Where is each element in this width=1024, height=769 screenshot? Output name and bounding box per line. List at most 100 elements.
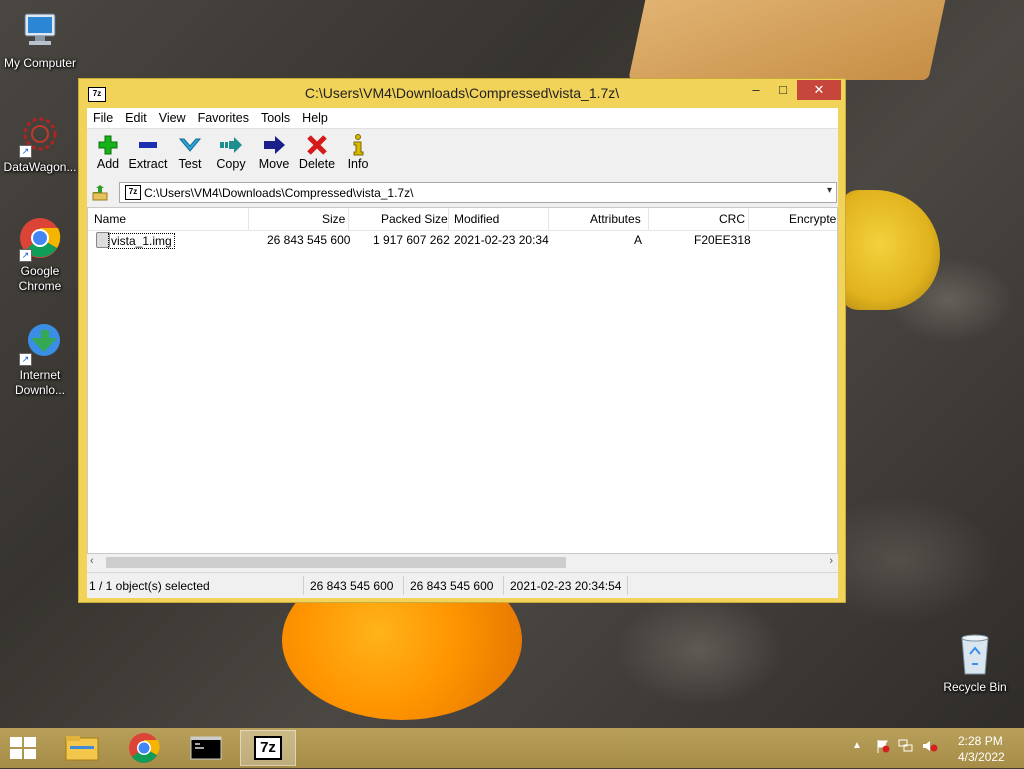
7zip-icon: 7z (254, 736, 282, 760)
computer-icon (17, 8, 63, 54)
status-selected: 1 / 1 object(s) selected (89, 579, 210, 593)
menu-edit[interactable]: Edit (119, 108, 153, 128)
info-label: Info (347, 157, 369, 171)
add-icon (98, 135, 118, 155)
menu-view[interactable]: View (153, 108, 192, 128)
chrome-icon: ↗ (17, 216, 63, 262)
taskbar-7-zip[interactable]: 7z (240, 730, 296, 766)
address-bar: 7z C:\Users\VM4\Downloads\Compressed\vis… (87, 181, 838, 205)
delete-label: Delete (298, 157, 336, 171)
horizontal-scrollbar[interactable]: ‹ › (87, 554, 838, 571)
desktop-icon-datawagon[interactable]: ↗ DataWagon... (0, 112, 80, 175)
wallpaper-banana (840, 190, 940, 310)
start-button[interactable] (10, 737, 38, 759)
move-icon (264, 136, 285, 154)
action-center-flag-icon[interactable] (876, 739, 890, 753)
menu-favorites[interactable]: Favorites (192, 108, 255, 128)
add-label: Add (96, 157, 120, 171)
chevron-down-icon[interactable]: ▾ (827, 185, 832, 196)
file-attributes: A (634, 233, 643, 247)
info-button[interactable]: Info (343, 133, 373, 177)
menu-file[interactable]: File (87, 108, 119, 128)
7zip-archive-icon: 7z (125, 185, 141, 200)
desktop-icon-google-chrome[interactable]: ↗ Google Chrome (0, 216, 80, 294)
desktop-icon-label: Recycle Bin (943, 680, 1007, 694)
column-header-crc[interactable]: CRC (719, 212, 745, 226)
title-bar[interactable]: 7z C:\Users\VM4\Downloads\Compressed\vis… (79, 79, 845, 107)
test-button[interactable]: Test (173, 133, 207, 177)
test-label: Test (178, 157, 202, 171)
show-hidden-icons-button[interactable]: ▲ (852, 740, 862, 751)
info-icon (353, 134, 364, 156)
menu-bar: File Edit View Favorites Tools Help (87, 108, 838, 129)
file-name[interactable]: vista_1.img (108, 233, 175, 249)
move-button[interactable]: Move (255, 133, 293, 177)
desktop-icon-label: Internet Downlo... (14, 368, 66, 397)
list-header: Name Size Packed Size Modified Attribute… (88, 208, 837, 231)
system-tray: ▲ 2:28 PM 4/3/2022 (848, 728, 1024, 768)
file-explorer-icon (65, 736, 99, 761)
command-prompt-icon (190, 736, 222, 760)
file-list[interactable]: Name Size Packed Size Modified Attribute… (87, 207, 838, 554)
idm-icon: ↗ (17, 320, 63, 366)
delete-icon (307, 135, 327, 155)
table-row[interactable]: vista_1.img 26 843 545 600 1 917 607 262… (88, 230, 837, 251)
wallpaper-wood-block (628, 0, 952, 80)
column-header-attributes[interactable]: Attributes (590, 212, 641, 226)
up-folder-icon (92, 185, 108, 201)
window-title: C:\Users\VM4\Downloads\Compressed\vista_… (304, 85, 620, 101)
clock-date[interactable]: 4/3/2022 (958, 750, 1005, 764)
desktop-icon-label: DataWagon... (3, 160, 77, 174)
file-size: 26 843 545 600 (267, 233, 351, 247)
desktop-icon-recycle-bin[interactable]: Recycle Bin (935, 632, 1015, 695)
column-header-packed-size[interactable]: Packed Size (381, 212, 448, 226)
clock-time[interactable]: 2:28 PM (958, 734, 1003, 748)
desktop-icon-label: Google Chrome (18, 264, 62, 293)
chrome-icon (129, 733, 160, 763)
menu-help[interactable]: Help (296, 108, 334, 128)
extract-label: Extract (128, 157, 168, 171)
scroll-right-icon[interactable]: › (829, 555, 833, 567)
desktop-icon-internet-download-manager[interactable]: ↗ Internet Downlo... (0, 320, 80, 398)
status-modified: 2021-02-23 20:34:54 (510, 579, 622, 593)
maximize-button[interactable]: □ (770, 80, 796, 100)
shortcut-arrow-icon: ↗ (19, 353, 32, 366)
extract-button[interactable]: Extract (127, 133, 169, 177)
shortcut-arrow-icon: ↗ (19, 145, 32, 158)
datawagon-icon: ↗ (17, 112, 63, 158)
taskbar-command-prompt[interactable] (178, 730, 234, 766)
scrollbar-thumb[interactable] (106, 557, 566, 568)
column-header-encrypted[interactable]: Encrypte (789, 212, 836, 226)
recycle-bin-icon (952, 632, 998, 678)
up-folder-button[interactable] (91, 184, 109, 202)
menu-tools[interactable]: Tools (255, 108, 296, 128)
column-header-name[interactable]: Name (94, 212, 126, 226)
address-path[interactable]: C:\Users\VM4\Downloads\Compressed\vista_… (144, 186, 413, 200)
volume-muted-icon[interactable] (922, 739, 938, 753)
scroll-left-icon[interactable]: ‹ (90, 555, 94, 567)
test-icon (178, 138, 202, 152)
minimize-button[interactable]: – (743, 80, 769, 100)
desktop-icon-label: My Computer (3, 56, 77, 70)
taskbar-file-explorer[interactable] (54, 730, 110, 766)
copy-button[interactable]: Copy (213, 133, 249, 177)
desktop-icon-my-computer[interactable]: My Computer (0, 8, 80, 71)
file-crc: F20EE318 (694, 233, 751, 247)
add-button[interactable]: Add (93, 133, 123, 177)
address-combobox[interactable]: 7z C:\Users\VM4\Downloads\Compressed\vis… (119, 182, 837, 203)
window-client-area: File Edit View Favorites Tools Help Add Extra… (87, 108, 838, 598)
column-header-modified[interactable]: Modified (454, 212, 499, 226)
status-bar: 1 / 1 object(s) selected 26 843 545 600 … (87, 572, 838, 598)
status-packed-size: 26 843 545 600 (410, 579, 494, 593)
close-button[interactable]: ✕ (797, 80, 841, 100)
network-icon[interactable] (898, 739, 914, 753)
copy-label: Copy (216, 157, 246, 171)
toolbar: Add Extract Test Copy Move Delete Info (87, 129, 838, 181)
delete-button[interactable]: Delete (297, 133, 337, 177)
copy-icon (220, 137, 242, 153)
status-size: 26 843 545 600 (310, 579, 394, 593)
taskbar: 7z ▲ 2:28 PM 4/3/2022 (0, 728, 1024, 768)
shortcut-arrow-icon: ↗ (19, 249, 32, 262)
column-header-size[interactable]: Size (322, 212, 345, 226)
taskbar-google-chrome[interactable] (116, 730, 172, 766)
